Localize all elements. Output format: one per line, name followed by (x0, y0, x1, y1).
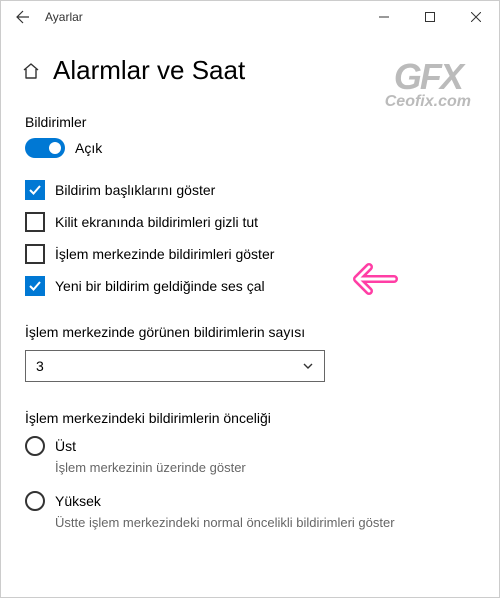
checkbox-row-1: Kilit ekranında bildirimleri gizli tut (25, 212, 475, 232)
radio-row-1: Yüksek (25, 491, 475, 511)
radio-label-0: Üst (55, 438, 76, 454)
action-center-count-select[interactable]: 3 (25, 350, 325, 382)
page-title: Alarmlar ve Saat (53, 55, 245, 86)
checkbox-1[interactable] (25, 212, 45, 232)
priority-label: İşlem merkezindeki bildirimlerin önceliğ… (25, 410, 475, 426)
checkbox-label-0: Bildirim başlıklarını göster (55, 182, 215, 198)
radio-row-0: Üst (25, 436, 475, 456)
select-value: 3 (36, 358, 44, 374)
maximize-button[interactable] (407, 1, 453, 33)
minimize-button[interactable] (361, 1, 407, 33)
toggle-state-label: Açık (75, 140, 102, 156)
chevron-down-icon (302, 360, 314, 372)
checkbox-label-3: Yeni bir bildirim geldiğinde ses çal (55, 278, 265, 294)
check-icon (28, 183, 42, 197)
notifications-label: Bildirimler (25, 114, 475, 130)
checkbox-0[interactable] (25, 180, 45, 200)
checkbox-row-2: İşlem merkezinde bildirimleri göster (25, 244, 475, 264)
radio-0[interactable] (25, 436, 45, 456)
radio-desc-1: Üstte işlem merkezindeki normal öncelikl… (55, 515, 475, 530)
titlebar: Ayarlar (1, 1, 499, 33)
close-button[interactable] (453, 1, 499, 33)
home-icon[interactable] (21, 61, 41, 81)
minimize-icon (379, 12, 389, 22)
radio-label-1: Yüksek (55, 493, 101, 509)
radio-1[interactable] (25, 491, 45, 511)
notifications-toggle[interactable] (25, 138, 65, 158)
window-title: Ayarlar (45, 10, 83, 24)
action-center-count-label: İşlem merkezinde görünen bildirimlerin s… (25, 324, 475, 340)
radio-desc-0: İşlem merkezinin üzerinde göster (55, 460, 475, 475)
close-icon (471, 12, 481, 22)
back-button[interactable] (9, 3, 37, 31)
maximize-icon (425, 12, 435, 22)
checkbox-label-2: İşlem merkezinde bildirimleri göster (55, 246, 274, 262)
checkbox-label-1: Kilit ekranında bildirimleri gizli tut (55, 214, 258, 230)
checkbox-row-0: Bildirim başlıklarını göster (25, 180, 475, 200)
arrow-left-icon (15, 9, 31, 25)
checkbox-3[interactable] (25, 276, 45, 296)
checkbox-row-3: Yeni bir bildirim geldiğinde ses çal (25, 276, 475, 296)
checkbox-2[interactable] (25, 244, 45, 264)
check-icon (28, 279, 42, 293)
